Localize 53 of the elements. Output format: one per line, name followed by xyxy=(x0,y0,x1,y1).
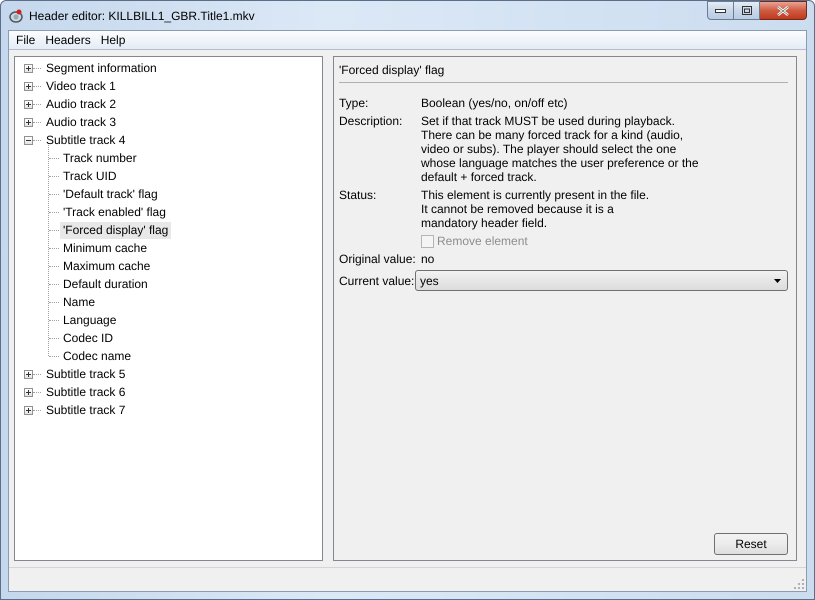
app-icon xyxy=(8,8,24,24)
field-label: Original value: xyxy=(339,252,417,266)
maximize-button[interactable] xyxy=(734,1,760,20)
expand-icon[interactable] xyxy=(24,82,33,90)
section-heading: 'Forced display' flag xyxy=(339,62,788,83)
tree-item[interactable]: 'Forced display' flag xyxy=(60,222,172,238)
menu-item[interactable]: Headers xyxy=(40,33,96,47)
close-button[interactable] xyxy=(760,1,807,20)
tree-item[interactable]: Name xyxy=(60,294,98,310)
field-value: Set if that track MUST be used during playback. There can be many forced track for a kind (audio, video or subs). The player should select the one whose language matches the user preference or the default + forced track. xyxy=(421,114,700,184)
tree-item[interactable]: Track number xyxy=(60,150,140,166)
tree-item[interactable]: Codec name xyxy=(60,348,134,364)
menu-item[interactable]: File xyxy=(11,33,40,47)
expand-icon[interactable] xyxy=(24,64,33,72)
tree-item[interactable]: Minimum cache xyxy=(60,240,150,256)
tree-item[interactable]: Audio track 3 xyxy=(43,114,120,130)
reset-button[interactable]: Reset xyxy=(714,533,788,555)
tree-item[interactable]: Segment information xyxy=(43,60,160,76)
field-value: no xyxy=(421,252,436,266)
field-label: Type: xyxy=(339,96,370,110)
tree-item[interactable]: Codec ID xyxy=(60,330,116,346)
tree-item[interactable]: Language xyxy=(60,312,120,328)
minimize-icon xyxy=(715,8,726,12)
field-value: Boolean (yes/no, on/off etc) xyxy=(421,96,569,110)
field-label: Current value: xyxy=(339,274,415,288)
dropdown-arrow-icon xyxy=(774,278,781,282)
tree-item[interactable]: Subtitle track 6 xyxy=(43,384,128,400)
expand-icon[interactable] xyxy=(24,388,33,396)
minimize-button[interactable] xyxy=(707,1,734,20)
expand-icon[interactable] xyxy=(24,406,33,414)
close-icon xyxy=(777,6,789,16)
maximize-icon xyxy=(742,6,752,15)
field-label: Description: xyxy=(339,114,404,130)
tree-item[interactable]: Default duration xyxy=(60,276,151,292)
tree-item[interactable]: Track UID xyxy=(60,168,120,184)
tree-item[interactable]: 'Track enabled' flag xyxy=(60,204,169,220)
expand-icon[interactable] xyxy=(24,370,33,378)
tree-item[interactable]: Subtitle track 4 xyxy=(43,132,128,148)
expand-icon[interactable] xyxy=(24,118,33,126)
field-value: This element is currently present in the file. It cannot be removed because it is a mandatory header field. xyxy=(421,188,650,230)
window-title: Header editor: KILLBILL1_GBR.Title1.mkv xyxy=(29,8,255,22)
expand-icon[interactable] xyxy=(24,100,33,108)
value-dropdown[interactable]: yes xyxy=(415,270,788,291)
tree-item[interactable]: Subtitle track 5 xyxy=(43,366,128,382)
tree-item[interactable]: Video track 1 xyxy=(43,78,119,94)
tree-item[interactable]: Maximum cache xyxy=(60,258,154,274)
tree-item[interactable]: Subtitle track 7 xyxy=(43,402,128,418)
tree-item[interactable]: 'Default track' flag xyxy=(60,186,161,202)
resize-grip-icon xyxy=(794,579,804,589)
tree-item[interactable]: Audio track 2 xyxy=(43,96,120,112)
collapse-icon[interactable] xyxy=(24,136,33,144)
field-label: Status: xyxy=(339,188,378,204)
menu-item[interactable]: Help xyxy=(96,33,130,47)
